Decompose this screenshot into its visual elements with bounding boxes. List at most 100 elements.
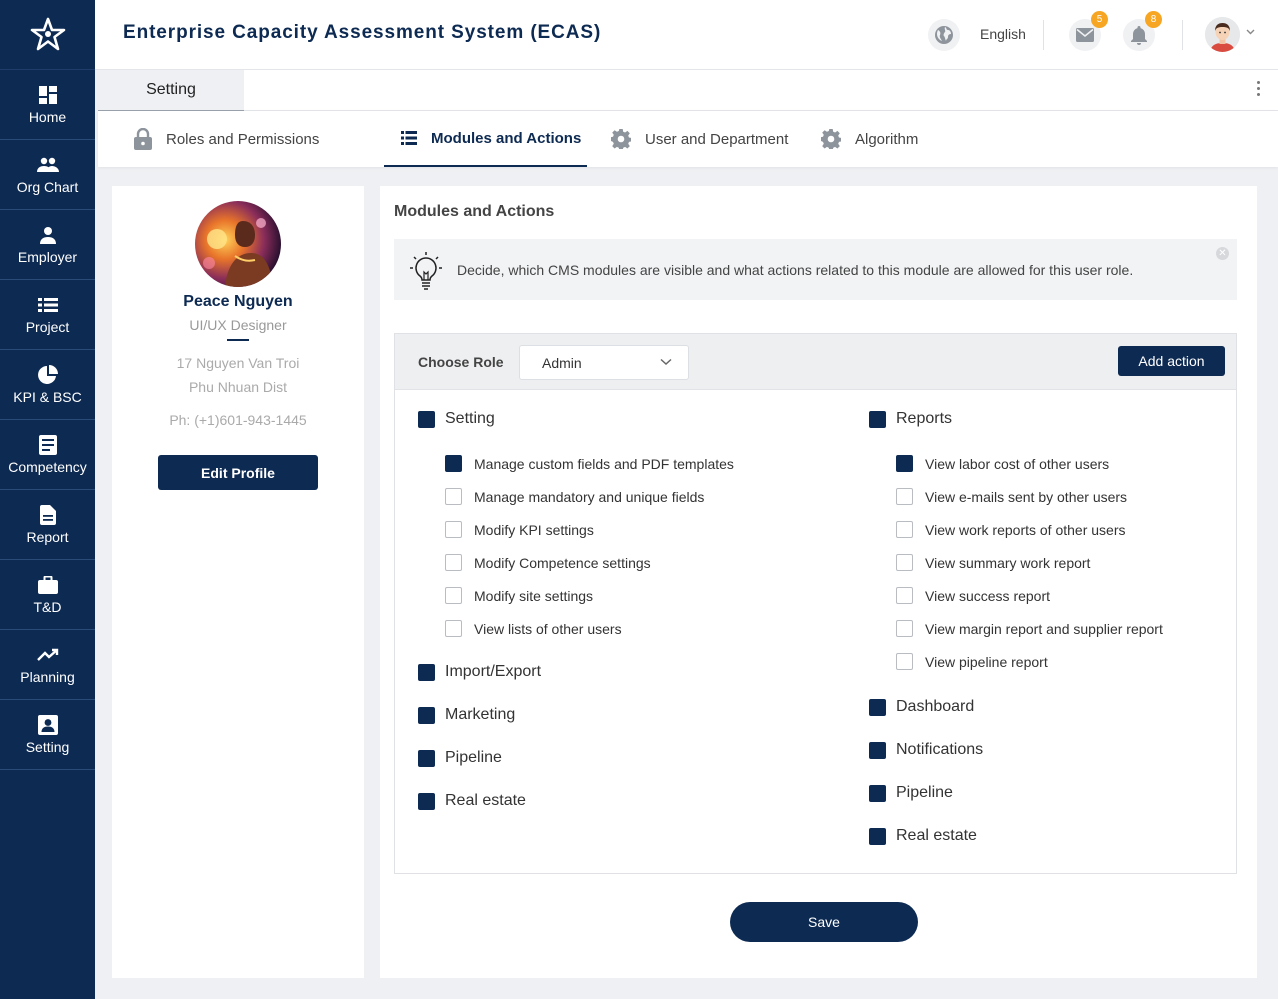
group-label: Pipeline: [445, 749, 502, 766]
permission-checkbox[interactable]: [445, 587, 462, 604]
permission-checkbox[interactable]: [896, 554, 913, 571]
permission-item[interactable]: Modify Competence settings: [445, 554, 651, 571]
person-icon: [39, 227, 56, 244]
permission-label: View lists of other users: [474, 620, 622, 637]
tab-setting[interactable]: Setting: [98, 70, 244, 111]
permission-checkbox[interactable]: [445, 488, 462, 505]
edit-profile-button[interactable]: Edit Profile: [158, 455, 318, 490]
language-label[interactable]: English: [980, 26, 1026, 42]
top-header: Enterprise Capacity Assessment System (E…: [95, 0, 1278, 70]
permission-checkbox[interactable]: [896, 521, 913, 538]
sidebar-item-label: Setting: [25, 739, 70, 755]
more-options-icon[interactable]: [1257, 81, 1260, 96]
permission-item[interactable]: View lists of other users: [445, 620, 622, 637]
sidebar-item-td[interactable]: T&D: [0, 560, 95, 630]
group-checkbox[interactable]: [418, 663, 435, 681]
close-icon[interactable]: ✕: [1216, 247, 1229, 260]
permission-item[interactable]: View margin report and supplier report: [896, 620, 1163, 637]
permission-item[interactable]: Manage custom fields and PDF templates: [445, 455, 734, 472]
role-select[interactable]: Admin: [519, 345, 689, 380]
group-checkbox[interactable]: [418, 749, 435, 767]
module-group-real-estate[interactable]: Real estate: [418, 792, 526, 810]
header-divider: [1043, 20, 1044, 50]
permission-checkbox[interactable]: [896, 587, 913, 604]
group-label: Pipeline: [896, 784, 953, 801]
sidebar-item-employer[interactable]: Employer: [0, 210, 95, 280]
tab-roles-and-permissions[interactable]: Roles and Permissions: [134, 111, 319, 167]
tab-modules-and-actions[interactable]: Modules and Actions: [384, 111, 587, 167]
profile-address-line2: Phu Nhuan Dist: [188, 379, 288, 395]
module-group-dashboard[interactable]: Dashboard: [869, 698, 974, 716]
module-group-pipeline[interactable]: Pipeline: [869, 784, 953, 802]
permission-checkbox[interactable]: [896, 653, 913, 670]
sidebar-item-org-chart[interactable]: Org Chart: [0, 140, 95, 210]
document-icon: [38, 435, 57, 455]
permission-item[interactable]: View pipeline report: [896, 653, 1048, 670]
permission-item[interactable]: Modify KPI settings: [445, 521, 594, 538]
people-icon: [36, 157, 59, 172]
permission-item[interactable]: Modify site settings: [445, 587, 593, 604]
group-checkbox[interactable]: [418, 792, 435, 810]
add-action-button[interactable]: Add action: [1118, 346, 1225, 376]
user-avatar-icon: [1205, 17, 1240, 52]
sidebar-item-competency[interactable]: Competency: [0, 420, 95, 490]
permission-checkbox[interactable]: [445, 554, 462, 571]
permission-checkbox[interactable]: [896, 455, 913, 472]
sidebar-item-label: Planning: [20, 669, 75, 685]
permission-label: View success report: [925, 587, 1051, 604]
sidebar-item-project[interactable]: Project: [0, 280, 95, 350]
notification-button[interactable]: 8: [1123, 11, 1162, 51]
permission-checkbox[interactable]: [896, 488, 913, 505]
sidebar-item-report[interactable]: Report: [0, 490, 95, 560]
module-group-import-export[interactable]: Import/Export: [418, 663, 541, 681]
group-checkbox[interactable]: [869, 784, 886, 802]
permission-checkbox[interactable]: [445, 455, 462, 472]
permission-checkbox[interactable]: [445, 620, 462, 637]
module-group-real-estate[interactable]: Real estate: [869, 827, 977, 845]
module-group-pipeline[interactable]: Pipeline: [418, 749, 502, 767]
group-checkbox[interactable]: [418, 706, 435, 724]
sidebar-item-label: Home: [28, 109, 67, 125]
module-group-reports[interactable]: Reports: [869, 410, 952, 428]
permission-item[interactable]: View work reports of other users: [896, 521, 1126, 538]
group-checkbox[interactable]: [869, 410, 886, 428]
group-checkbox[interactable]: [418, 410, 435, 428]
module-group-marketing[interactable]: Marketing: [418, 706, 515, 724]
mail-count-badge: 5: [1091, 11, 1108, 28]
sidebar-item-planning[interactable]: Planning: [0, 630, 95, 700]
modules-panel: Modules and Actions Decide, which CMS mo…: [380, 186, 1257, 978]
group-checkbox[interactable]: [869, 741, 886, 759]
permission-label: View work reports of other users: [925, 521, 1126, 538]
permission-item[interactable]: View e-mails sent by other users: [896, 488, 1127, 505]
user-avatar[interactable]: [1205, 17, 1240, 52]
permission-item[interactable]: Manage mandatory and unique fields: [445, 488, 704, 505]
permission-checkbox[interactable]: [896, 620, 913, 637]
module-group-setting[interactable]: Setting: [418, 410, 495, 428]
permission-item[interactable]: View summary work report: [896, 554, 1090, 571]
role-toolbar: Choose Role Admin Add action: [395, 334, 1236, 390]
group-label: Real estate: [445, 792, 526, 809]
language-button[interactable]: [928, 19, 960, 51]
permission-checkbox[interactable]: [445, 521, 462, 538]
permission-item[interactable]: View labor cost of other users: [896, 455, 1109, 472]
pie-chart-icon: [37, 365, 58, 384]
sidebar-item-setting[interactable]: Setting: [0, 700, 95, 770]
permission-label: Modify site settings: [474, 587, 594, 604]
group-checkbox[interactable]: [869, 827, 886, 845]
tab-algorithm[interactable]: Algorithm: [821, 111, 918, 167]
save-button[interactable]: Save: [730, 902, 918, 942]
dashboard-icon: [38, 86, 57, 104]
chevron-down-icon: [660, 358, 672, 366]
sidebar-item-kpi-bsc[interactable]: KPI & BSC: [0, 350, 95, 420]
tab-user-and-department[interactable]: User and Department: [611, 111, 788, 167]
mail-button[interactable]: 5: [1069, 11, 1108, 51]
app-logo[interactable]: [0, 0, 95, 70]
trending-up-icon: [36, 648, 58, 661]
lock-icon: [134, 128, 152, 150]
mail-icon: [1076, 28, 1094, 42]
chevron-down-icon[interactable]: [1246, 29, 1255, 35]
module-group-notifications[interactable]: Notifications: [869, 741, 983, 759]
sidebar-item-home[interactable]: Home: [0, 70, 95, 140]
group-checkbox[interactable]: [869, 698, 886, 716]
permission-item[interactable]: View success report: [896, 587, 1050, 604]
